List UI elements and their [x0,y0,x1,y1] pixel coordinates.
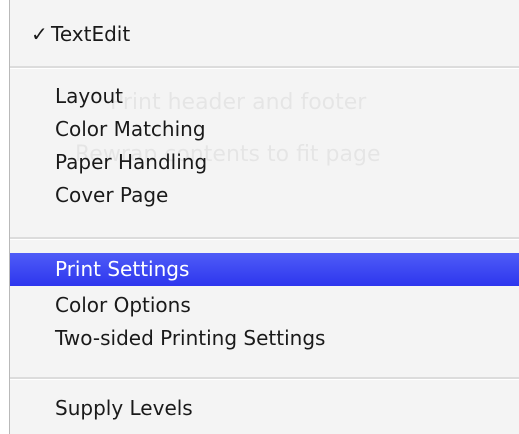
menu-item-print-settings[interactable]: Print Settings [10,253,519,286]
menu-item-textedit[interactable]: ✓ TextEdit [10,18,519,51]
menu-separator [10,377,519,380]
menu-item-two-sided-printing-settings[interactable]: Two-sided Printing Settings [10,322,519,355]
checkmark-icon: ✓ [31,22,48,46]
menu-separator [10,237,519,240]
menu-item-color-options[interactable]: Color Options [10,289,519,322]
menu-item-label: Cover Page [55,183,169,207]
print-panel-popup-menu: Print header and footer Rewrap contents … [9,0,519,434]
menu-item-label: Supply Levels [55,396,193,420]
menu-item-color-matching[interactable]: Color Matching [10,113,519,146]
menu-item-label: Color Options [55,293,191,317]
menu-item-layout[interactable]: Layout [10,80,519,113]
menu-separator [10,66,519,69]
menu-item-label: Paper Handling [55,150,208,174]
menu-item-label: Color Matching [55,117,206,141]
menu-item-paper-handling[interactable]: Paper Handling [10,146,519,179]
menu-item-label: TextEdit [51,22,131,46]
menu-item-label: Layout [55,84,123,108]
menu-item-supply-levels[interactable]: Supply Levels [10,392,519,425]
menu-item-label: Two-sided Printing Settings [55,326,326,350]
menu-item-label: Print Settings [55,257,190,281]
menu-item-cover-page[interactable]: Cover Page [10,179,519,212]
